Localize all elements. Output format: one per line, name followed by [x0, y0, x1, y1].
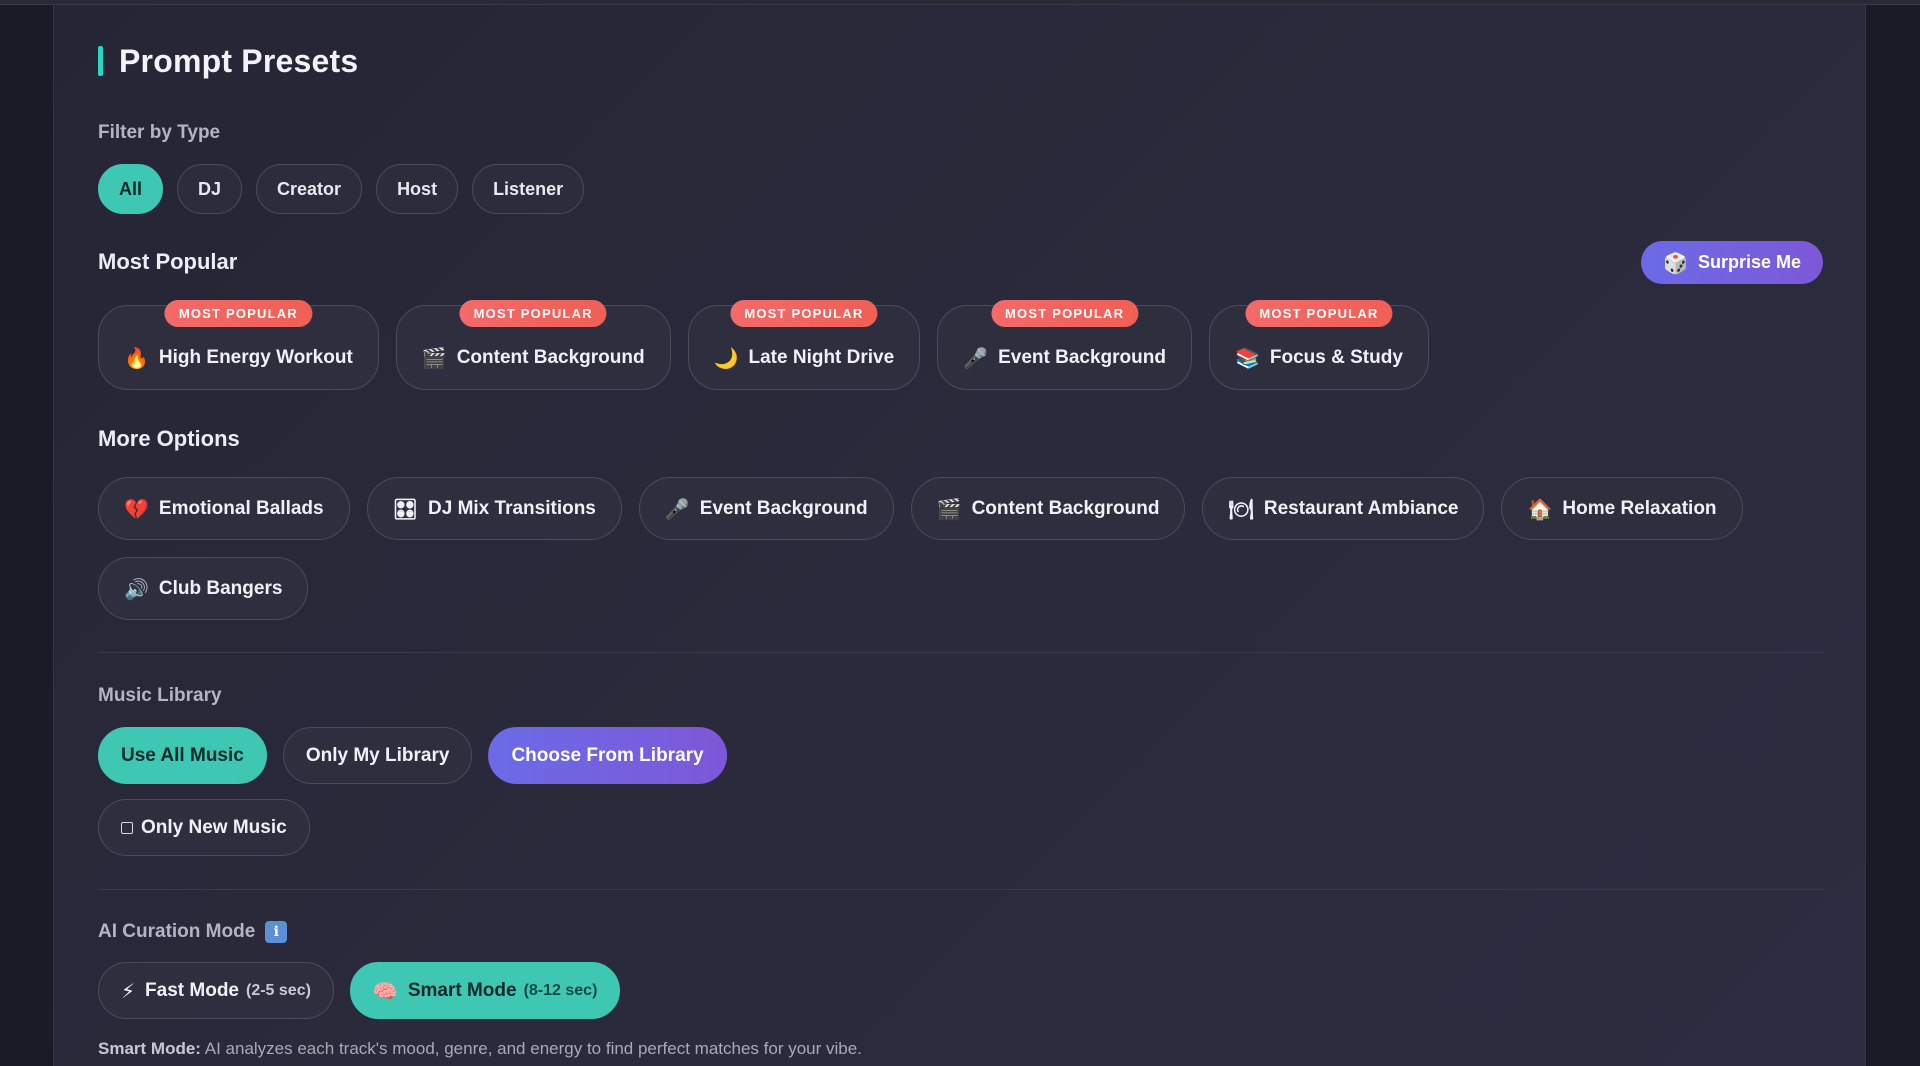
smart-mode-button[interactable]: 🧠 Smart Mode (8-12 sec) — [349, 962, 621, 1019]
option-label: Event Background — [699, 497, 868, 519]
preset-high-energy-workout[interactable]: MOST POPULAR 🔥 High Energy Workout — [98, 300, 379, 390]
option-emotional-ballads[interactable]: 💔 Emotional Ballads — [98, 477, 350, 540]
mode-description: Smart Mode: AI analyzes each track's moo… — [98, 1039, 862, 1059]
section-divider — [98, 652, 1823, 653]
surprise-me-button[interactable]: 🎲 Surprise Me — [1641, 241, 1823, 284]
option-home-relaxation[interactable]: 🏠 Home Relaxation — [1501, 477, 1743, 540]
option-restaurant-ambiance[interactable]: 🍽 Restaurant Ambiance — [1202, 477, 1485, 540]
only-new-music-label: Only New Music — [141, 816, 287, 838]
preset-label: Focus & Study — [1269, 346, 1403, 368]
fast-mode-time: (2-5 sec) — [246, 981, 311, 999]
mode-description-text: AI analyzes each track's mood, genre, an… — [200, 1039, 862, 1058]
more-options-heading: More Options — [98, 426, 240, 451]
most-popular-badge: MOST POPULAR — [991, 300, 1139, 327]
option-content-background[interactable]: 🎬 Content Background — [910, 477, 1186, 540]
fast-mode-label: Fast Mode — [145, 979, 239, 1001]
preset-label: Late Night Drive — [748, 346, 895, 368]
preset-label: High Energy Workout — [158, 346, 353, 368]
more-options-row-1: 💔 Emotional Ballads 🎛 DJ Mix Transitions… — [98, 477, 1760, 540]
ai-curation-label-row: AI Curation Mode i — [98, 921, 288, 943]
preset-label: Content Background — [456, 346, 645, 368]
curation-mode-buttons: ⚡ Fast Mode (2-5 sec) 🧠 Smart Mode (8-12… — [98, 962, 636, 1019]
library-toggle-row: Only New Music — [98, 799, 326, 856]
choose-from-library-button[interactable]: Choose From Library — [488, 727, 727, 784]
preset-event-background[interactable]: MOST POPULAR 🎤 Event Background — [937, 300, 1192, 390]
preset-focus-study[interactable]: MOST POPULAR 📚 Focus & Study — [1208, 300, 1429, 390]
most-popular-heading: Most Popular — [98, 249, 238, 274]
library-buttons: Use All Music Only My Library Choose Fro… — [98, 727, 743, 784]
mode-description-label: Smart Mode: — [98, 1039, 201, 1058]
most-popular-badge: MOST POPULAR — [1245, 300, 1393, 327]
control-knobs-icon: 🎛 — [392, 496, 418, 521]
filter-chip-creator[interactable]: Creator — [256, 164, 363, 214]
option-label: DJ Mix Transitions — [428, 497, 596, 519]
most-popular-badge: MOST POPULAR — [730, 300, 878, 327]
ai-curation-label: AI Curation Mode — [98, 921, 256, 942]
lightning-icon: ⚡ — [121, 978, 136, 1003]
filter-chip-host[interactable]: Host — [376, 164, 459, 214]
fire-icon: 🔥 — [124, 345, 149, 370]
option-label: Restaurant Ambiance — [1263, 497, 1459, 519]
preset-label: Event Background — [998, 346, 1166, 368]
option-dj-mix-transitions[interactable]: 🎛 DJ Mix Transitions — [366, 477, 622, 540]
clapperboard-icon: 🎬 — [421, 345, 447, 370]
microphone-icon: 🎤 — [664, 496, 690, 521]
fast-mode-button[interactable]: ⚡ Fast Mode (2-5 sec) — [98, 962, 334, 1019]
moon-icon: 🌙 — [713, 345, 739, 370]
speaker-icon: 🔊 — [124, 576, 149, 601]
smart-mode-label: Smart Mode — [407, 979, 517, 1001]
filter-chip-listener[interactable]: Listener — [472, 164, 585, 214]
microphone-icon: 🎤 — [963, 345, 989, 370]
most-popular-badge: MOST POPULAR — [459, 300, 607, 327]
dice-icon: 🎲 — [1663, 250, 1688, 275]
option-label: Club Bangers — [158, 577, 283, 599]
preset-content-background[interactable]: MOST POPULAR 🎬 Content Background — [395, 300, 671, 390]
preset-late-night-drive[interactable]: MOST POPULAR 🌙 Late Night Drive — [687, 300, 921, 390]
brain-icon: 🧠 — [372, 978, 398, 1003]
filter-label: Filter by Type — [98, 122, 221, 143]
option-label: Emotional Ballads — [158, 497, 324, 519]
section-divider — [98, 889, 1823, 890]
filter-chip-dj[interactable]: DJ — [177, 164, 243, 214]
filter-chips: All DJ Creator Host Listener — [98, 164, 598, 214]
music-library-label: Music Library — [98, 685, 222, 706]
panel-header: Prompt Presets — [98, 41, 358, 81]
title-accent-bar — [98, 46, 103, 76]
only-my-library-button[interactable]: Only My Library — [282, 727, 473, 784]
books-icon: 📚 — [1234, 345, 1260, 370]
house-icon: 🏠 — [1527, 496, 1553, 521]
option-club-bangers[interactable]: 🔊 Club Bangers — [98, 557, 309, 620]
plate-icon: 🍽 — [1228, 496, 1254, 521]
info-icon[interactable]: i — [265, 921, 288, 943]
checkbox-icon — [121, 821, 133, 834]
filter-chip-all[interactable]: All — [98, 164, 164, 214]
clapperboard-icon: 🎬 — [936, 496, 962, 521]
use-all-music-button[interactable]: Use All Music — [98, 727, 267, 784]
broken-heart-icon: 💔 — [124, 496, 149, 521]
more-options-row-2: 🔊 Club Bangers — [98, 557, 325, 620]
option-label: Content Background — [971, 497, 1160, 519]
option-label: Home Relaxation — [1562, 497, 1717, 519]
only-new-music-toggle[interactable]: Only New Music — [98, 799, 310, 856]
smart-mode-time: (8-12 sec) — [523, 981, 598, 999]
most-popular-badge: MOST POPULAR — [164, 300, 312, 327]
page-title: Prompt Presets — [119, 42, 359, 79]
option-event-background[interactable]: 🎤 Event Background — [638, 477, 894, 540]
popular-presets: MOST POPULAR 🔥 High Energy Workout MOST … — [98, 300, 1446, 390]
surprise-me-label: Surprise Me — [1697, 252, 1801, 272]
prompt-presets-panel: Prompt Presets Filter by Type All DJ Cre… — [53, 5, 1866, 1066]
